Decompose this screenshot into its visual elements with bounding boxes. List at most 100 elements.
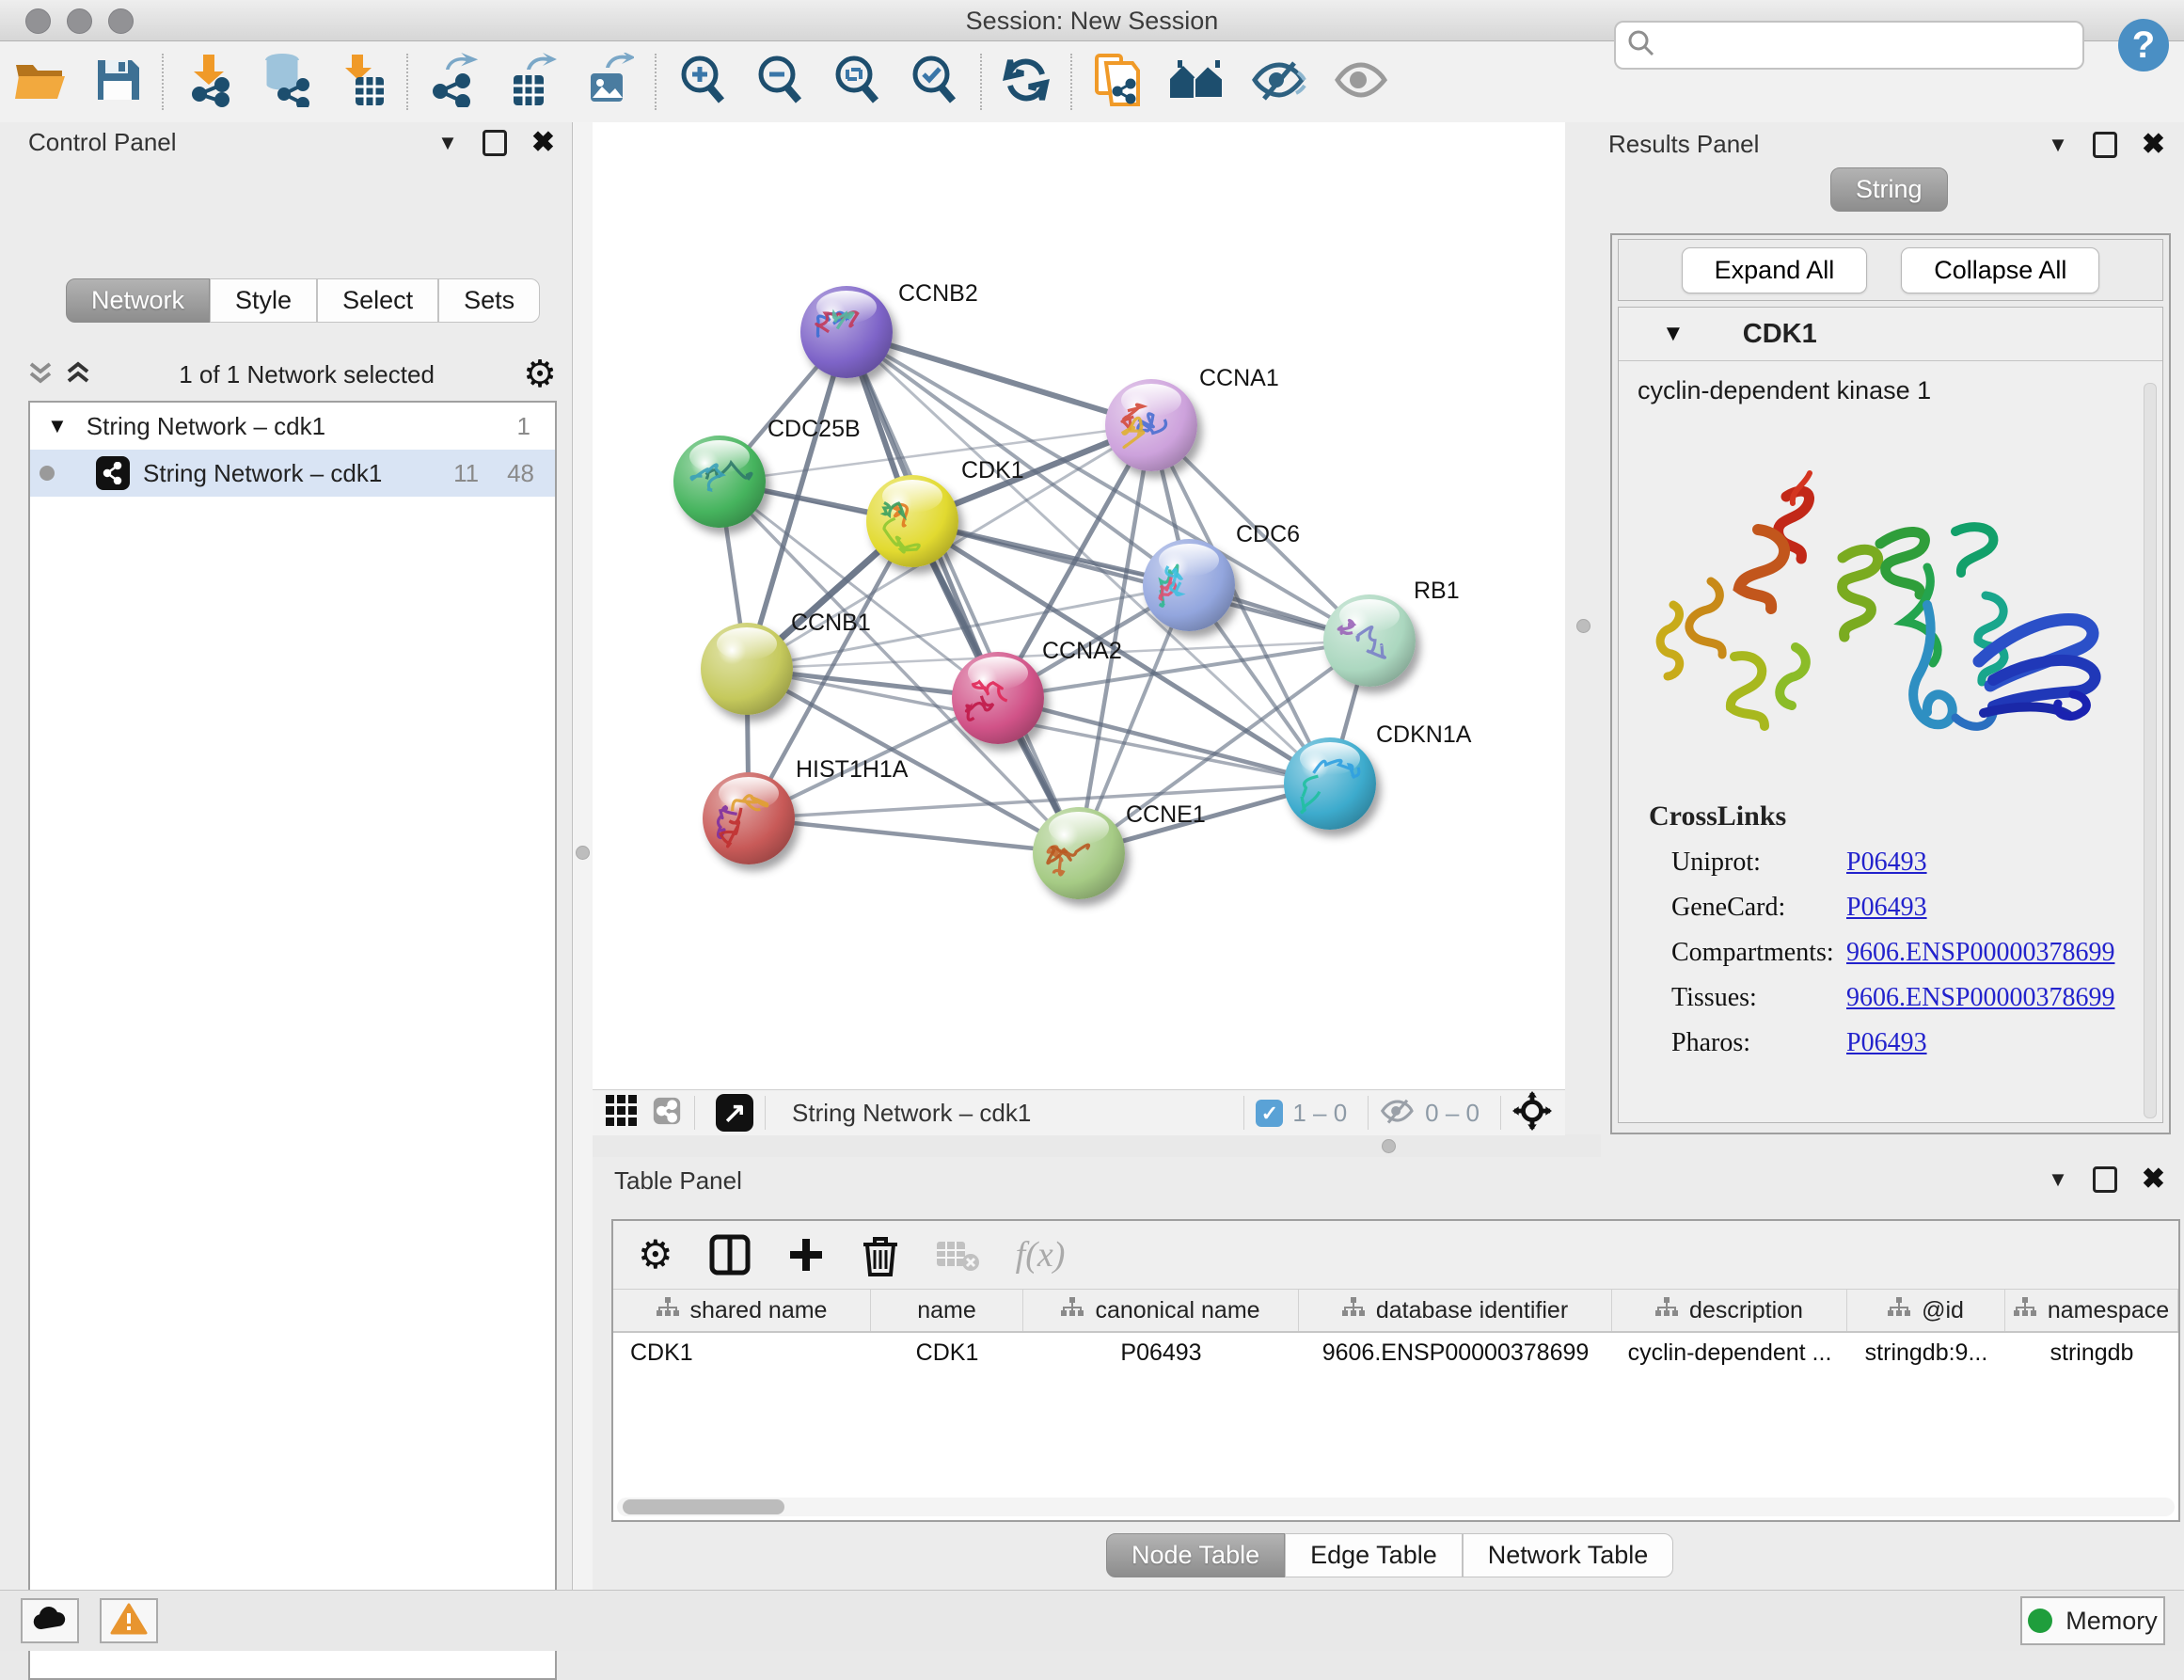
table-cell[interactable]: stringdb:9... xyxy=(1847,1333,2005,1372)
tab-string[interactable]: String xyxy=(1830,167,1948,212)
import-table-button[interactable] xyxy=(325,52,399,112)
column-header-description[interactable]: description xyxy=(1612,1290,1847,1331)
crosslink-link[interactable]: 9606.ENSP00000378699 xyxy=(1846,938,2114,968)
tab-style[interactable]: Style xyxy=(210,278,317,323)
results-float-icon[interactable] xyxy=(2093,132,2117,158)
tab-network[interactable]: Network xyxy=(66,278,210,323)
column-header-name[interactable]: name xyxy=(871,1290,1023,1331)
column-header-canonical-name[interactable]: canonical name xyxy=(1023,1290,1299,1331)
column-header-namespace[interactable]: namespace xyxy=(2005,1290,2178,1331)
network-node-ccnb1[interactable] xyxy=(701,623,793,715)
right-splitter-grip[interactable] xyxy=(1576,619,1591,633)
table-options-gear-icon[interactable]: ⚙ xyxy=(638,1235,673,1275)
table-cell[interactable]: CDK1 xyxy=(613,1333,871,1372)
crosslink-link[interactable]: P06493 xyxy=(1846,848,1927,878)
delete-column-icon[interactable] xyxy=(862,1233,899,1276)
horizontal-splitter-grip[interactable] xyxy=(1382,1139,1396,1153)
save-session-button[interactable] xyxy=(81,52,154,112)
export-image-button[interactable] xyxy=(570,52,647,112)
function-builder-icon[interactable]: f(x) xyxy=(1016,1234,1066,1276)
left-splitter-grip[interactable] xyxy=(576,846,590,860)
open-session-button[interactable] xyxy=(0,52,81,112)
copy-network-button[interactable] xyxy=(1080,52,1155,112)
network-node-ccna2[interactable] xyxy=(952,652,1044,744)
table-cell[interactable]: stringdb xyxy=(2005,1333,2178,1372)
network-node-cdc6[interactable] xyxy=(1143,539,1235,631)
table-row[interactable]: CDK1CDK1P064939606.ENSP00000378699cyclin… xyxy=(613,1333,2178,1372)
show-all-button[interactable] xyxy=(1321,52,1401,112)
memory-button[interactable]: Memory xyxy=(2020,1596,2165,1645)
table-hscrollbar[interactable] xyxy=(617,1498,2175,1516)
column-header-database-identifier[interactable]: database identifier xyxy=(1299,1290,1612,1331)
crosslink-link[interactable]: 9606.ENSP00000378699 xyxy=(1846,983,2114,1013)
column-header-shared-name[interactable]: shared name xyxy=(613,1290,871,1331)
network-node-cdkn1a[interactable] xyxy=(1284,737,1376,830)
first-neighbors-button[interactable] xyxy=(1155,52,1238,112)
table-close-icon[interactable]: ✖ xyxy=(2142,1169,2165,1190)
share-view-icon[interactable] xyxy=(651,1095,683,1132)
crosslink-link[interactable]: P06493 xyxy=(1846,893,1927,923)
cloud-button[interactable] xyxy=(21,1598,79,1643)
table-cell[interactable]: 9606.ENSP00000378699 xyxy=(1299,1333,1612,1372)
table-float-icon[interactable] xyxy=(2093,1166,2117,1193)
network-node-cdk1[interactable] xyxy=(866,475,958,567)
zoom-in-button[interactable] xyxy=(664,52,741,112)
panel-collapse-icon[interactable]: ▼ xyxy=(437,131,458,155)
network-node-ccna1[interactable] xyxy=(1105,379,1197,471)
collapse-all-chevrons-icon[interactable] xyxy=(28,358,53,391)
tab-edge-table[interactable]: Edge Table xyxy=(1285,1533,1463,1577)
export-network-icon xyxy=(429,53,480,112)
warning-button[interactable] xyxy=(100,1598,158,1643)
network-node-cdc25b[interactable] xyxy=(673,436,766,528)
add-column-icon[interactable] xyxy=(786,1235,826,1275)
network-row[interactable]: String Network – cdk1 11 48 xyxy=(30,450,555,497)
protein-expand-icon[interactable]: ▼ xyxy=(1662,321,1685,347)
tab-network-table[interactable]: Network Table xyxy=(1463,1533,1674,1577)
collapse-all-button[interactable]: Collapse All xyxy=(1901,247,2099,293)
protein-section: ▼ CDK1 cyclin-dependent kinase 1 xyxy=(1618,307,2163,1123)
collection-expand-icon[interactable]: ▼ xyxy=(47,414,68,438)
delete-table-icon[interactable] xyxy=(935,1238,980,1272)
hide-selected-button[interactable] xyxy=(1238,52,1321,112)
network-node-rb1[interactable] xyxy=(1323,594,1416,687)
import-network-file-button[interactable] xyxy=(171,52,246,112)
import-network-database-button[interactable] xyxy=(246,52,325,112)
table-cell[interactable]: P06493 xyxy=(1023,1333,1299,1372)
zoom-fit-button[interactable] xyxy=(818,52,895,112)
detach-view-icon[interactable] xyxy=(716,1094,753,1132)
expand-all-button[interactable]: Expand All xyxy=(1682,247,1868,293)
table-cell[interactable]: cyclin-dependent ... xyxy=(1612,1333,1847,1372)
navigator-crosshair-icon[interactable] xyxy=(1512,1091,1552,1135)
results-close-icon[interactable]: ✖ xyxy=(2142,135,2165,155)
column-header--id[interactable]: @id xyxy=(1847,1290,2005,1331)
refresh-button[interactable] xyxy=(989,52,1063,112)
search-input[interactable] xyxy=(1665,30,2071,61)
selected-checkbox-icon[interactable] xyxy=(1256,1100,1283,1127)
crosslink-link[interactable]: P06493 xyxy=(1846,1028,1927,1058)
network-canvas[interactable]: CCNB2CCNA1CDC25BCDK1CDC6RB1CCNB1CCNA2CDK… xyxy=(593,122,1565,1089)
tab-select[interactable]: Select xyxy=(317,278,438,323)
zoom-out-button[interactable] xyxy=(741,52,818,112)
network-options-gear-icon[interactable]: ⚙ xyxy=(523,356,557,393)
expand-all-chevrons-icon[interactable] xyxy=(66,358,90,391)
network-collection-row[interactable]: ▼ String Network – cdk1 1 xyxy=(30,403,555,450)
right-splitter[interactable] xyxy=(1565,122,1601,1157)
network-node-ccne1[interactable] xyxy=(1033,807,1125,899)
table-collapse-icon[interactable]: ▼ xyxy=(2048,1167,2068,1192)
network-node-hist1h1a[interactable] xyxy=(703,772,795,864)
network-edge-count: 48 xyxy=(507,459,534,488)
help-button[interactable]: ? xyxy=(2118,19,2169,71)
network-node-ccnb2[interactable] xyxy=(800,286,893,378)
export-table-button[interactable] xyxy=(493,52,570,112)
results-scrollbar[interactable] xyxy=(2144,383,2157,1118)
tab-node-table[interactable]: Node Table xyxy=(1106,1533,1285,1577)
zoom-selected-button[interactable] xyxy=(895,52,973,112)
table-cell[interactable]: CDK1 xyxy=(871,1333,1023,1372)
export-network-button[interactable] xyxy=(416,52,493,112)
show-columns-icon[interactable] xyxy=(709,1234,751,1276)
tab-sets[interactable]: Sets xyxy=(438,278,540,323)
results-collapse-icon[interactable]: ▼ xyxy=(2048,133,2068,157)
grid-view-icon[interactable] xyxy=(606,1095,638,1132)
panel-float-icon[interactable] xyxy=(483,130,507,156)
panel-close-icon[interactable]: ✖ xyxy=(531,133,555,153)
